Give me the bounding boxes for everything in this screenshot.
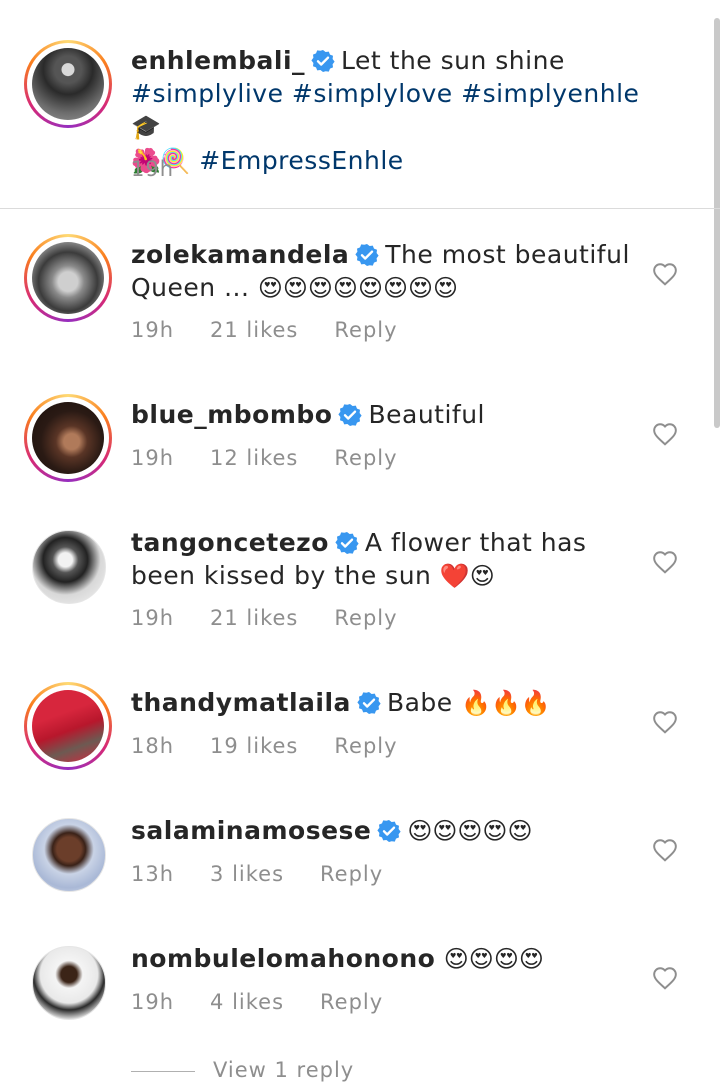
comment-meta: 18h 19 likes Reply	[131, 734, 434, 758]
comment-time: 13h	[131, 862, 175, 886]
reply-button[interactable]: Reply	[320, 862, 383, 886]
avatar[interactable]	[32, 946, 106, 1020]
avatar[interactable]	[24, 682, 112, 770]
reply-thread-line	[131, 1070, 195, 1072]
reply-button[interactable]: Reply	[334, 318, 397, 342]
comment-body: A flower that has	[364, 528, 587, 557]
heart-outline-icon[interactable]	[652, 422, 678, 446]
heart-outline-icon[interactable]	[652, 550, 678, 574]
comment-body: The most beautiful	[385, 240, 630, 269]
comment-username[interactable]: blue_mbombo	[131, 400, 332, 429]
comment-time: 18h	[131, 734, 175, 758]
verified-badge-icon	[355, 244, 379, 266]
comment-username[interactable]: tangoncetezo	[131, 528, 329, 557]
comment-meta: 19h 21 likes Reply	[131, 606, 434, 630]
verified-badge-icon	[377, 820, 401, 842]
verified-badge-icon	[311, 50, 335, 72]
heart-eyes-emoji: 😍😍😍😍	[443, 945, 544, 973]
graduation-cap-emoji: 🎓	[131, 113, 161, 141]
heart-outline-icon[interactable]	[652, 262, 678, 286]
caption-time: 19h	[131, 157, 175, 181]
reply-button[interactable]: Reply	[334, 734, 397, 758]
comment-username[interactable]: thandymatlaila	[131, 688, 351, 717]
comment-meta: 13h 3 likes Reply	[131, 862, 419, 886]
comment-likes[interactable]: 21 likes	[210, 606, 298, 630]
comment-username[interactable]: zolekamandela	[131, 240, 349, 269]
comment-text: salaminamosese 😍😍😍😍😍	[131, 814, 651, 848]
verified-badge-icon	[338, 404, 363, 426]
caption-hashtag-empress[interactable]: #EmpressEnhle	[199, 146, 403, 175]
comment-likes[interactable]: 3 likes	[210, 862, 284, 886]
comment-time: 19h	[131, 318, 175, 342]
comment-time: 19h	[131, 606, 175, 630]
heart-eyes-emoji: 😍😍😍😍😍	[407, 817, 533, 845]
comment-likes[interactable]: 12 likes	[210, 446, 298, 470]
verified-badge-icon	[357, 692, 381, 714]
view-replies-button[interactable]: View 1 reply	[131, 1058, 354, 1082]
comment-body: Beautiful	[368, 400, 486, 429]
heart-eyes-emoji: 😍😍😍😍😍😍😍😍	[257, 274, 459, 302]
heart-outline-icon[interactable]	[652, 710, 678, 734]
caption-meta: 19h	[131, 157, 210, 181]
heart-outline-icon[interactable]	[652, 838, 678, 862]
fire-emoji: 🔥🔥🔥	[461, 689, 551, 717]
comment-meta: 19h 21 likes Reply	[131, 318, 434, 342]
heart-outline-icon[interactable]	[652, 966, 678, 990]
comment-time: 19h	[131, 990, 175, 1014]
avatar[interactable]	[24, 394, 112, 482]
avatar[interactable]	[24, 234, 112, 322]
caption-username[interactable]: enhlembali_	[131, 46, 305, 75]
comment-username[interactable]: salaminamosese	[131, 816, 371, 845]
divider	[0, 208, 720, 209]
caption-body: Let the sun shine	[341, 46, 565, 75]
comment-likes[interactable]: 4 likes	[210, 990, 284, 1014]
comment-meta: 19h 12 likes Reply	[131, 446, 434, 470]
caption-hashtags[interactable]: #simplylive #simplylove #simplyenhle	[131, 79, 639, 108]
comment-username[interactable]: nombulelomahonono	[131, 944, 435, 973]
comment-text: zolekamandela The most beautiful Queen ..…	[131, 238, 651, 305]
avatar[interactable]	[32, 530, 106, 604]
comment-text: thandymatlaila Babe 🔥🔥🔥	[131, 686, 651, 720]
caption-avatar[interactable]	[24, 40, 112, 128]
comment-likes[interactable]: 21 likes	[210, 318, 298, 342]
comment-body: Babe	[386, 688, 453, 717]
reply-button[interactable]: Reply	[320, 990, 383, 1014]
comment-time: 19h	[131, 446, 175, 470]
post-caption: enhlembali_ Let the sun shine #simplylive…	[0, 0, 720, 208]
comment-body-line2: been kissed by the sun	[131, 561, 432, 590]
comment-likes[interactable]: 19 likes	[210, 734, 298, 758]
reply-button[interactable]: Reply	[334, 446, 397, 470]
comment-meta: 19h 4 likes Reply	[131, 990, 419, 1014]
reply-button[interactable]: Reply	[334, 606, 397, 630]
heart-emoji: ❤️😍	[439, 562, 495, 590]
comment-text: nombulelomahonono 😍😍😍😍	[131, 942, 651, 976]
comment-text: blue_mbombo Beautiful	[131, 398, 651, 431]
avatar[interactable]	[32, 818, 106, 892]
view-replies-label: View 1 reply	[213, 1058, 355, 1082]
comment-body-line2: Queen ...	[131, 273, 250, 302]
verified-badge-icon	[335, 532, 359, 554]
comment-text: tangoncetezo A flower that has been kisse…	[131, 526, 651, 593]
